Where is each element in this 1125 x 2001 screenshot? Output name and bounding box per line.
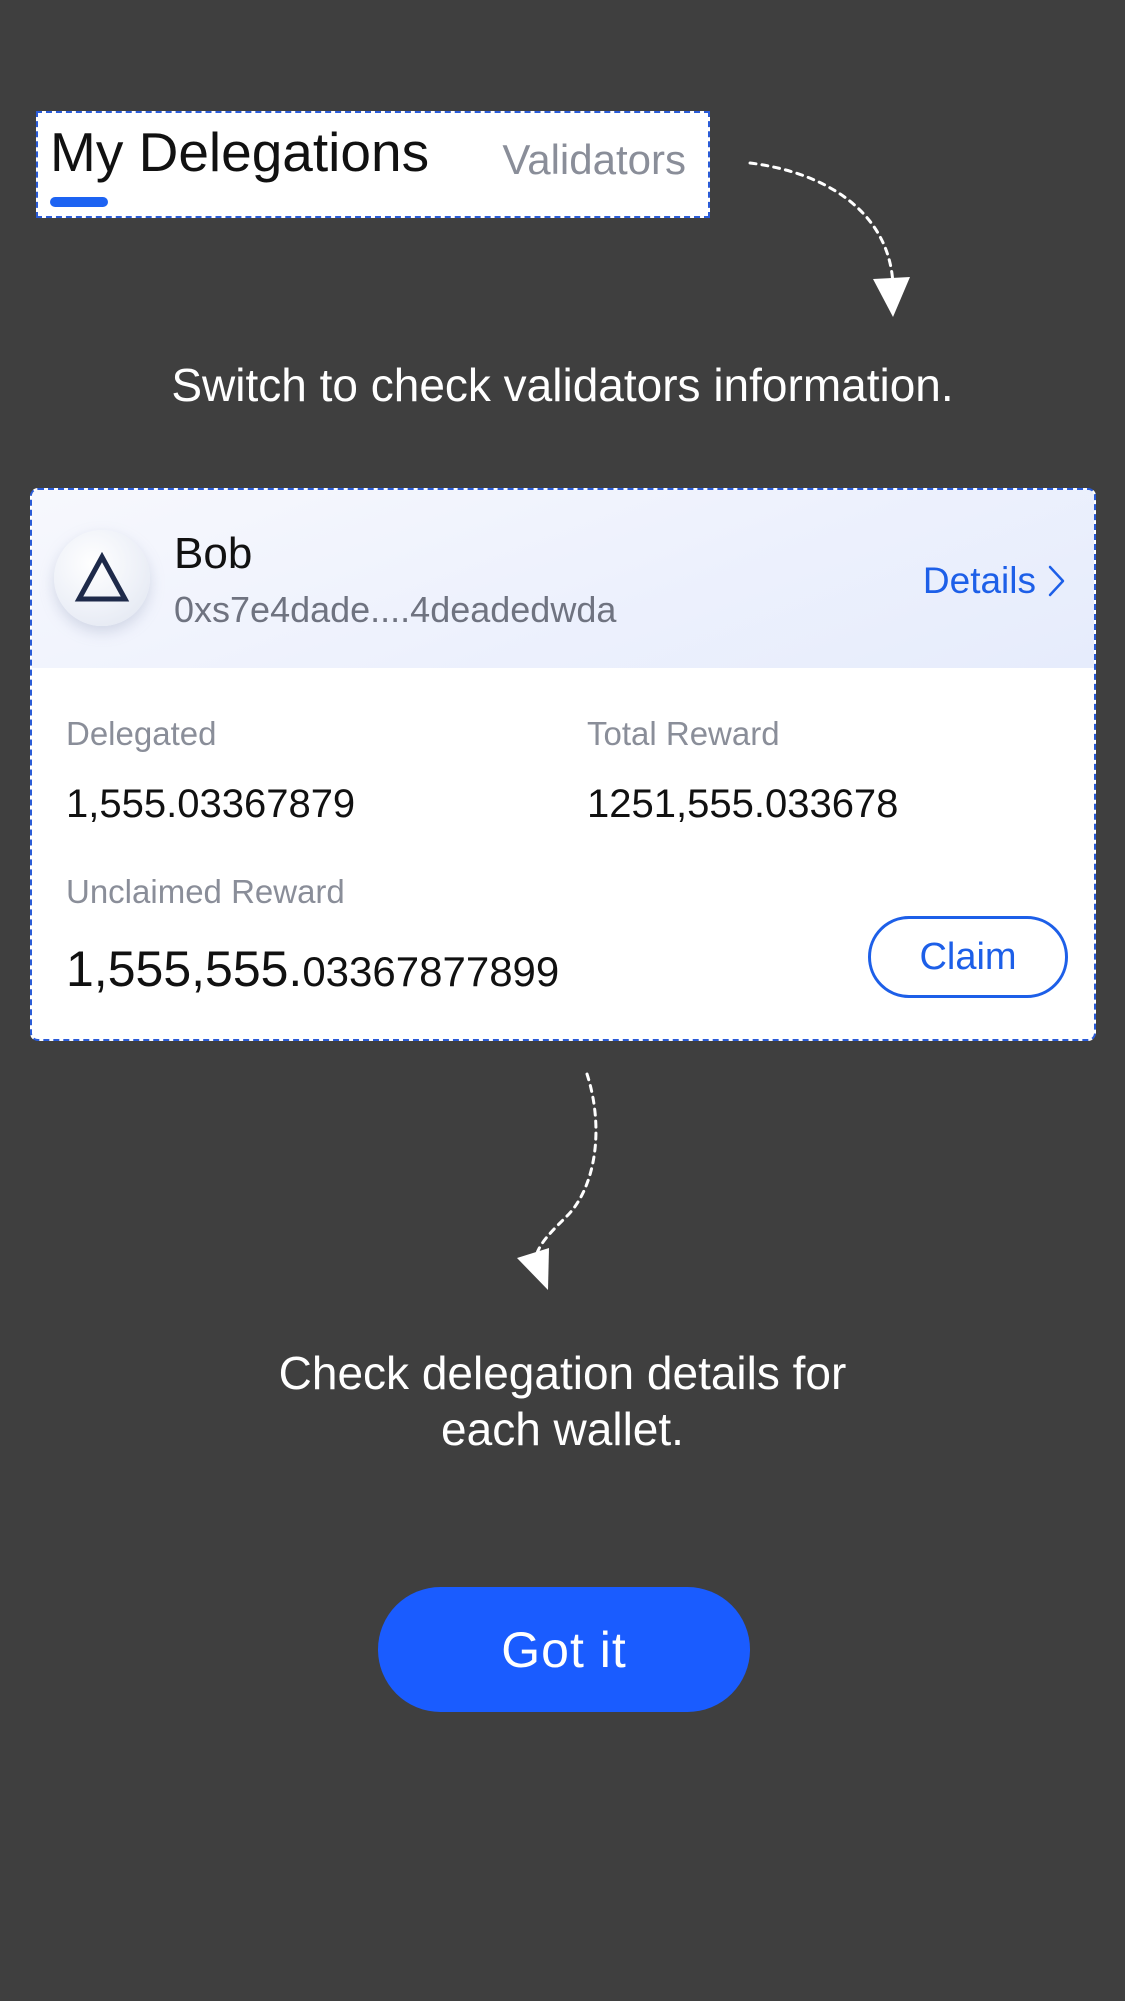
hint-switch-tab: Switch to check validators information. (171, 359, 954, 411)
validator-name: Bob (174, 529, 253, 578)
unclaimed-decimal-part: 03367877899 (302, 948, 560, 995)
details-label: Details (922, 560, 1036, 601)
tab-my-delegations[interactable]: My Delegations (50, 125, 429, 180)
delegated-value: 1,555.03367879 (66, 782, 356, 826)
tab-validators[interactable]: Validators (502, 139, 686, 181)
tabs-spotlight: My Delegations Validators (36, 111, 710, 218)
got-it-button[interactable]: Got it (378, 1587, 750, 1712)
delegation-card: Bob 0xs7e4dade....4deadedwda Details Del… (30, 488, 1096, 1041)
active-tab-indicator (50, 197, 108, 207)
delegated-label: Delegated (66, 715, 217, 752)
dashed-arrow-icon (517, 1072, 598, 1290)
total-reward-value: 1251,555.033678 (587, 782, 899, 826)
dashed-arrow-icon (748, 161, 910, 317)
validator-address: 0xs7e4dade....4deadedwda (174, 589, 617, 630)
unclaimed-integer-part: 1,555,555. (66, 941, 303, 997)
details-link[interactable]: Details (923, 562, 1066, 599)
triangle-icon (74, 552, 130, 602)
claim-button[interactable]: Claim (868, 916, 1068, 998)
card-header: Bob 0xs7e4dade....4deadedwda Details (32, 490, 1094, 668)
unclaimed-reward-label: Unclaimed Reward (66, 873, 345, 910)
chevron-right-icon (1048, 565, 1065, 596)
total-reward-label: Total Reward (587, 715, 780, 752)
unclaimed-reward-value: 1,555,555.03367877899 (66, 944, 559, 994)
validator-avatar (54, 530, 150, 626)
hint-delegation-details: Check delegation details for each wallet… (278, 1347, 847, 1455)
